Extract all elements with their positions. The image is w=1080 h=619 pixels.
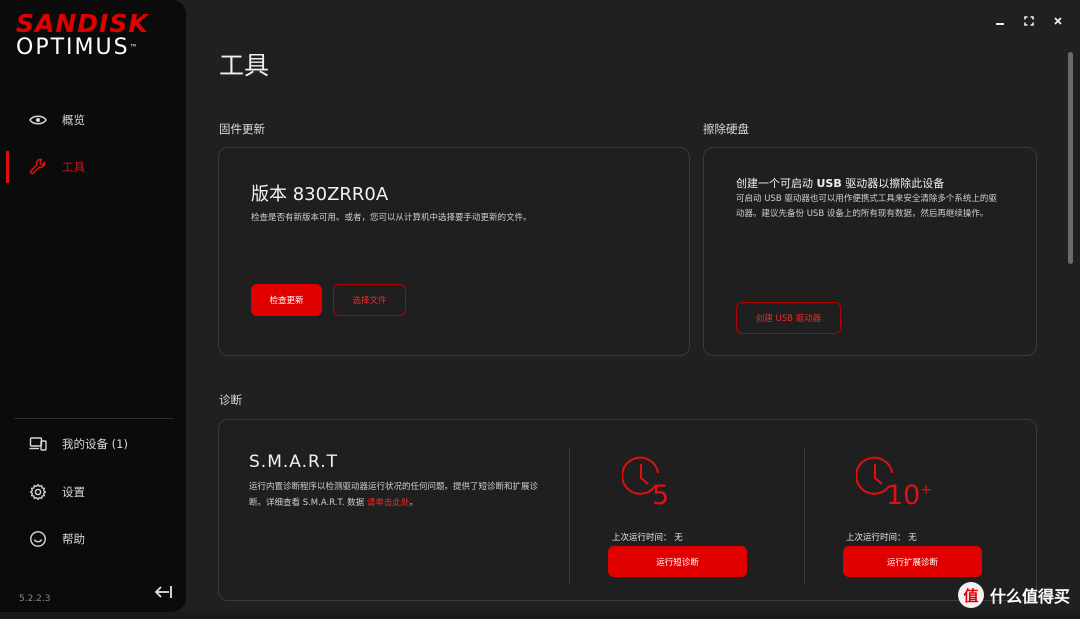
eye-icon bbox=[28, 110, 48, 130]
wipe-card: 创建一个可启动 USB 驱动器以擦除此设备 可启动 USB 驱动器也可以用作便携… bbox=[703, 147, 1037, 356]
wipe-description: 可启动 USB 驱动器也可以用作便携式工具来安全清除多个系统上的驱动器。建议先备… bbox=[736, 194, 997, 219]
sidebar-item-overview[interactable]: 概览 bbox=[0, 104, 186, 136]
maximize-icon bbox=[1024, 16, 1034, 26]
select-file-button[interactable]: 选择文件 bbox=[333, 284, 406, 316]
app-version: 5.2.2.3 bbox=[19, 594, 51, 604]
firmware-section-label: 固件更新 bbox=[219, 122, 265, 136]
sidebar: SANDISK OPTIMUS™ 概览 工具 我的设备 (1) 设置 帮助 5.… bbox=[0, 0, 186, 612]
sidebar-item-label: 概览 bbox=[62, 113, 85, 127]
watermark: 值 什么值得买 bbox=[957, 582, 1070, 608]
brand-name: SANDISK bbox=[16, 9, 149, 38]
close-button[interactable] bbox=[1050, 14, 1066, 28]
sidebar-divider bbox=[14, 418, 174, 419]
minimize-icon bbox=[996, 23, 1004, 25]
brand-logo: SANDISK OPTIMUS™ bbox=[16, 9, 181, 60]
wipe-section-label: 擦除硬盘 bbox=[703, 122, 749, 136]
smart-description: 运行内置诊断程序以检测驱动器运行状况的任何问题。提供了短诊断和扩展诊断。详细查看… bbox=[249, 482, 539, 508]
smart-data-link[interactable]: 请单击此处 bbox=[367, 498, 410, 508]
sidebar-item-tools[interactable]: 工具 bbox=[0, 151, 186, 183]
sidebar-item-label: 工具 bbox=[62, 160, 85, 174]
devices-icon bbox=[28, 434, 48, 454]
column-divider bbox=[804, 448, 805, 584]
diagnostics-section-label: 诊断 bbox=[219, 393, 242, 407]
watermark-text: 什么值得买 bbox=[989, 587, 1070, 606]
gear-icon bbox=[28, 482, 48, 502]
column-divider bbox=[569, 448, 570, 584]
sidebar-item-label: 帮助 bbox=[62, 532, 85, 546]
short-diagnostic-minutes: 5 bbox=[652, 480, 670, 511]
minimize-button[interactable] bbox=[992, 14, 1008, 28]
extended-last-run: 上次运行时间： 无 bbox=[846, 533, 917, 543]
diagnostics-card: S.M.A.R.T 运行内置诊断程序以检测驱动器运行状况的任何问题。提供了短诊断… bbox=[218, 419, 1037, 601]
run-extended-diagnostic-button[interactable]: 运行扩展诊断 bbox=[843, 546, 982, 577]
create-usb-button[interactable]: 创建 USB 驱动器 bbox=[736, 302, 841, 334]
check-update-button[interactable]: 检查更新 bbox=[251, 284, 322, 316]
smart-title: S.M.A.R.T bbox=[249, 452, 338, 472]
sidebar-item-label: 我的设备 (1) bbox=[62, 437, 128, 451]
firmware-card: 版本 830ZRR0A 检查是否有新版本可用。或者，您可以从计算机中选择要手动更… bbox=[218, 147, 690, 356]
sidebar-item-settings[interactable]: 设置 bbox=[0, 476, 186, 508]
help-icon bbox=[28, 529, 48, 549]
maximize-button[interactable] bbox=[1021, 14, 1037, 28]
wipe-title: 创建一个可启动 USB 驱动器以擦除此设备 bbox=[736, 177, 945, 190]
wrench-icon bbox=[28, 157, 48, 177]
extended-diagnostic-minutes: 10+ bbox=[886, 480, 933, 511]
product-name: OPTIMUS™ bbox=[16, 35, 138, 60]
sidebar-item-label: 设置 bbox=[62, 485, 85, 499]
run-short-diagnostic-button[interactable]: 运行短诊断 bbox=[608, 546, 747, 577]
collapse-arrow-icon bbox=[154, 586, 172, 598]
watermark-badge: 值 bbox=[957, 582, 984, 608]
close-icon bbox=[1054, 17, 1062, 25]
vertical-scrollbar[interactable] bbox=[1068, 52, 1073, 264]
sidebar-item-my-devices[interactable]: 我的设备 (1) bbox=[0, 428, 186, 460]
firmware-version-title: 版本 830ZRR0A bbox=[251, 184, 389, 205]
sidebar-item-help[interactable]: 帮助 bbox=[0, 523, 186, 555]
firmware-description: 检查是否有新版本可用。或者，您可以从计算机中选择要手动更新的文件。 bbox=[251, 213, 532, 223]
app-window: SANDISK OPTIMUS™ 概览 工具 我的设备 (1) 设置 帮助 5.… bbox=[0, 0, 1080, 612]
collapse-sidebar-button[interactable] bbox=[154, 584, 173, 598]
short-last-run: 上次运行时间： 无 bbox=[612, 533, 683, 543]
page-title: 工具 bbox=[219, 51, 270, 80]
